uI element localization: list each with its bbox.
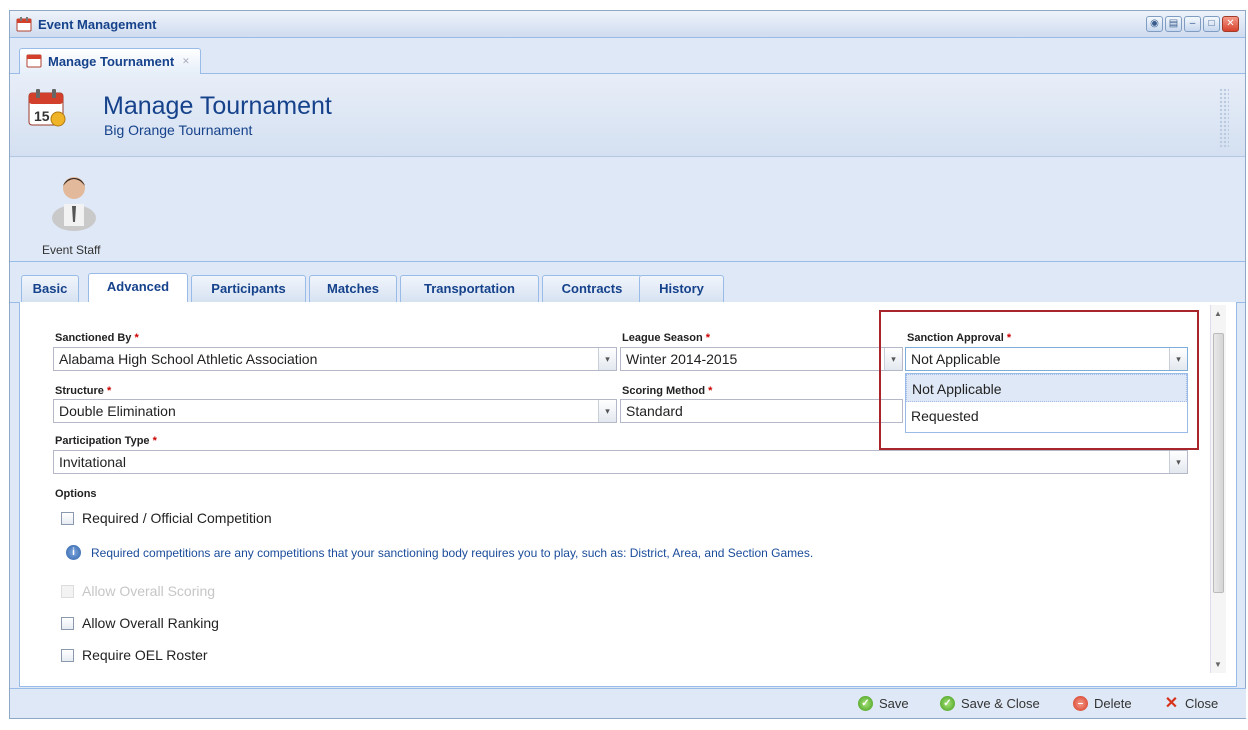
info-icon: i bbox=[66, 545, 81, 560]
allow-overall-ranking-checkbox[interactable]: Allow Overall Ranking bbox=[61, 615, 219, 631]
document-tabstrip: Manage Tournament ✕ bbox=[10, 38, 1245, 74]
info-text: Required competitions are any competitio… bbox=[91, 545, 814, 560]
tab-advanced[interactable]: Advanced bbox=[88, 273, 188, 302]
delete-label: Delete bbox=[1094, 696, 1132, 711]
scoring-method-value: Standard bbox=[626, 403, 683, 419]
save-button[interactable]: ✓ Save bbox=[858, 696, 909, 711]
window-title: Event Management bbox=[38, 16, 157, 32]
chevron-down-icon[interactable]: ▾ bbox=[884, 348, 902, 370]
structure-label: Structure * bbox=[55, 385, 112, 397]
allow-overall-ranking-label: Allow Overall Ranking bbox=[82, 615, 219, 631]
participation-type-combo[interactable]: Invitational ▾ bbox=[53, 450, 1188, 474]
chevron-down-icon[interactable]: ▾ bbox=[598, 400, 616, 422]
required-competition-label: Required / Official Competition bbox=[82, 510, 272, 526]
tab-transportation[interactable]: Transportation bbox=[400, 275, 539, 302]
sanction-approval-dropdown: Not Applicable Requested bbox=[905, 373, 1188, 433]
close-window-button[interactable]: ✕ bbox=[1222, 16, 1239, 32]
minus-icon: – bbox=[1073, 696, 1088, 711]
require-oel-roster-checkbox[interactable]: Require OEL Roster bbox=[61, 647, 208, 663]
minimize-button[interactable]: – bbox=[1184, 16, 1201, 32]
chevron-down-icon[interactable]: ▾ bbox=[1169, 451, 1187, 473]
checkbox-box[interactable] bbox=[61, 616, 74, 630]
save-close-label: Save & Close bbox=[961, 696, 1040, 711]
delete-button[interactable]: – Delete bbox=[1073, 696, 1132, 711]
scoring-method-label: Scoring Method * bbox=[622, 385, 713, 397]
close-button[interactable]: ✕ Close bbox=[1164, 695, 1219, 712]
event-staff-button[interactable]: Event Staff bbox=[34, 166, 114, 257]
sanctioned-by-label: Sanctioned By * bbox=[55, 332, 139, 344]
vertical-scrollbar[interactable]: ▲ ▼ bbox=[1210, 305, 1226, 673]
scrollbar-thumb[interactable] bbox=[1213, 333, 1224, 593]
calendar-icon: 15 bbox=[27, 88, 67, 128]
require-oel-roster-label: Require OEL Roster bbox=[82, 647, 208, 663]
restore-icon[interactable]: ▤ bbox=[1165, 16, 1182, 32]
tab-history[interactable]: History bbox=[639, 275, 724, 302]
tab-manage-tournament[interactable]: Manage Tournament ✕ bbox=[19, 48, 201, 74]
sanctioned-by-combo[interactable]: Alabama High School Athletic Association… bbox=[53, 347, 617, 371]
scroll-down-icon[interactable]: ▼ bbox=[1214, 660, 1222, 669]
scroll-up-icon[interactable]: ▲ bbox=[1214, 309, 1222, 318]
close-label: Close bbox=[1185, 696, 1219, 711]
calendar-icon bbox=[26, 52, 42, 71]
staff-toolbar: Event Staff bbox=[10, 158, 1245, 262]
calendar-day: 15 bbox=[34, 108, 50, 124]
save-label: Save bbox=[879, 696, 909, 711]
sanction-approval-label: Sanction Approval * bbox=[907, 332, 1012, 344]
window-titlebar: Event Management ◉ ▤ – □ ✕ bbox=[10, 11, 1245, 38]
page-header: 15 Manage Tournament Big Orange Tourname… bbox=[10, 74, 1245, 157]
sanctioned-by-value: Alabama High School Athletic Association bbox=[59, 351, 318, 367]
tab-bar: Basic Advanced Participants Matches Tran… bbox=[10, 273, 1245, 303]
check-icon: ✓ bbox=[858, 696, 873, 711]
grip-icon bbox=[1219, 88, 1229, 148]
sanction-approval-combo[interactable]: Not Applicable ▾ bbox=[905, 347, 1188, 371]
checkbox-box[interactable] bbox=[61, 648, 74, 662]
chevron-down-icon[interactable]: ▾ bbox=[598, 348, 616, 370]
gear-icon[interactable]: ◉ bbox=[1146, 16, 1163, 32]
participation-type-label: Participation Type * bbox=[55, 435, 157, 447]
tab-label: Manage Tournament bbox=[48, 54, 175, 69]
maximize-button[interactable]: □ bbox=[1203, 16, 1220, 32]
calendar-icon bbox=[16, 16, 32, 32]
window-buttons: ◉ ▤ – □ ✕ bbox=[1146, 16, 1239, 32]
tab-matches[interactable]: Matches bbox=[309, 275, 397, 302]
check-icon: ✓ bbox=[940, 696, 955, 711]
league-season-value: Winter 2014-2015 bbox=[626, 351, 738, 367]
checkbox-box[interactable] bbox=[61, 511, 74, 525]
page-title: Manage Tournament bbox=[103, 92, 332, 120]
league-season-combo[interactable]: Winter 2014-2015 ▾ bbox=[620, 347, 903, 371]
info-message: i Required competitions are any competit… bbox=[66, 545, 813, 560]
sanction-approval-value[interactable]: Not Applicable bbox=[911, 351, 1001, 367]
chevron-down-icon[interactable]: ▾ bbox=[1169, 348, 1187, 370]
tab-participants[interactable]: Participants bbox=[191, 275, 306, 302]
checkbox-box bbox=[61, 584, 74, 598]
option-not-applicable[interactable]: Not Applicable bbox=[906, 374, 1187, 402]
option-requested[interactable]: Requested bbox=[906, 402, 1187, 430]
scoring-method-combo[interactable]: Standard bbox=[620, 399, 903, 423]
footer-toolbar: ✓ Save ✓ Save & Close – Delete ✕ Close bbox=[10, 688, 1246, 718]
event-staff-label: Event Staff bbox=[42, 243, 101, 257]
allow-overall-scoring-checkbox: Allow Overall Scoring bbox=[61, 583, 215, 599]
tab-basic[interactable]: Basic bbox=[21, 275, 79, 302]
league-season-label: League Season * bbox=[622, 332, 711, 344]
structure-value: Double Elimination bbox=[59, 403, 176, 419]
options-label: Options bbox=[55, 488, 97, 500]
required-competition-checkbox[interactable]: Required / Official Competition bbox=[61, 510, 272, 526]
save-close-button[interactable]: ✓ Save & Close bbox=[940, 696, 1040, 711]
page-subtitle: Big Orange Tournament bbox=[104, 122, 253, 138]
participation-type-value: Invitational bbox=[59, 454, 126, 470]
tab-contracts[interactable]: Contracts bbox=[542, 275, 642, 302]
allow-overall-scoring-label: Allow Overall Scoring bbox=[82, 583, 216, 599]
structure-combo[interactable]: Double Elimination ▾ bbox=[53, 399, 617, 423]
close-icon: ✕ bbox=[1164, 695, 1179, 712]
person-icon bbox=[52, 177, 96, 231]
close-tab-icon[interactable]: ✕ bbox=[182, 56, 190, 67]
